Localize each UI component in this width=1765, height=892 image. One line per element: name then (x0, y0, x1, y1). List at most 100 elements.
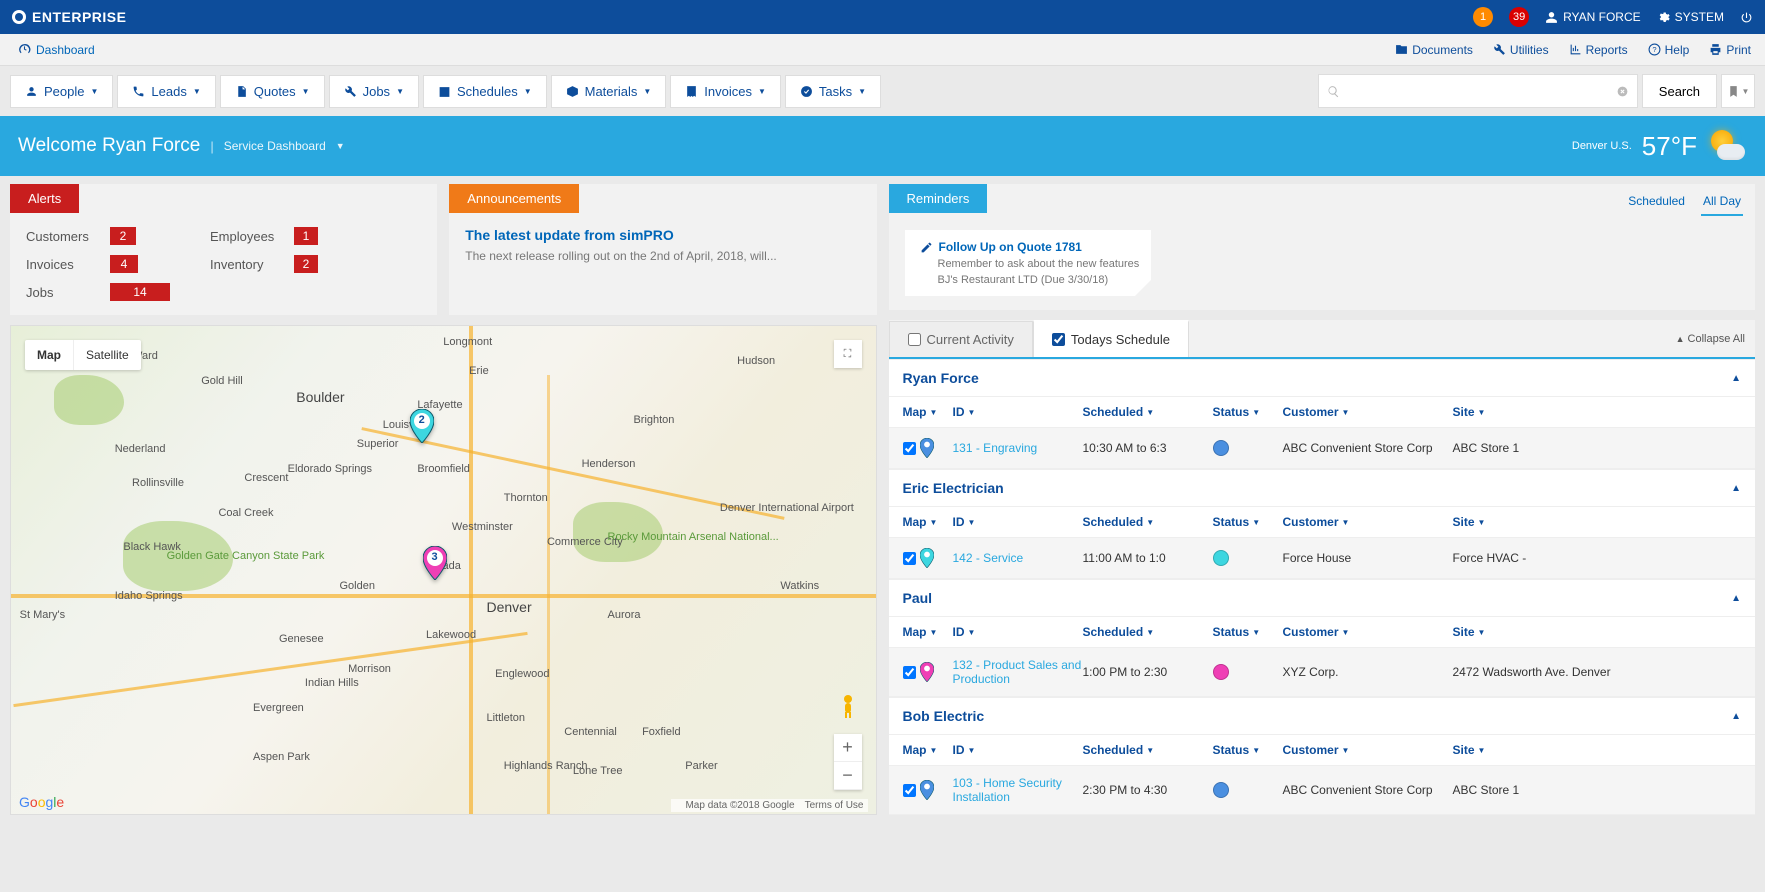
nav-people[interactable]: People▼ (10, 75, 113, 108)
notification-badge-red[interactable]: 39 (1509, 7, 1529, 27)
person-header[interactable]: Ryan Force▲ (889, 359, 1756, 396)
system-menu[interactable]: SYSTEM (1657, 10, 1724, 24)
schedule-row[interactable]: 142 - Service 11:00 AM to 1:0 Force Hous… (889, 538, 1756, 579)
welcome-subtitle[interactable]: Service Dashboard (224, 139, 326, 153)
notification-badge-orange[interactable]: 1 (1473, 7, 1493, 27)
map-pin[interactable]: 3 (423, 546, 447, 580)
reminders-tab-scheduled[interactable]: Scheduled (1626, 190, 1687, 216)
person-header[interactable]: Bob Electric▲ (889, 697, 1756, 734)
nav-quotes[interactable]: Quotes▼ (220, 75, 325, 108)
map-zoom-in[interactable]: + (834, 734, 862, 762)
row-checkbox[interactable] (903, 552, 916, 565)
alert-row[interactable]: Customers2 (26, 227, 170, 245)
schedule-row[interactable]: 131 - Engraving 10:30 AM to 6:3 ABC Conv… (889, 428, 1756, 469)
row-checkbox[interactable] (903, 784, 916, 797)
col-id[interactable]: ID▼ (953, 405, 1083, 419)
announcement-headline[interactable]: The latest update from simPRO (465, 227, 860, 243)
reminders-tab-allday[interactable]: All Day (1701, 190, 1743, 216)
nav-materials[interactable]: Materials▼ (551, 75, 667, 108)
row-checkbox[interactable] (903, 666, 916, 679)
col-status[interactable]: Status▼ (1213, 625, 1283, 639)
search-box[interactable] (1318, 74, 1638, 108)
alert-row[interactable]: Jobs14 (26, 283, 170, 301)
search-input[interactable] (1340, 84, 1616, 99)
col-id[interactable]: ID▼ (953, 625, 1083, 639)
job-link[interactable]: 142 - Service (953, 551, 1024, 565)
search-button[interactable]: Search (1642, 74, 1717, 108)
map-pegman[interactable] (838, 694, 858, 720)
clear-icon[interactable] (1616, 85, 1629, 98)
tab-current-activity[interactable]: Current Activity (889, 321, 1033, 357)
col-status[interactable]: Status▼ (1213, 405, 1283, 419)
col-site[interactable]: Site▼ (1453, 405, 1742, 419)
col-map[interactable]: Map▼ (903, 625, 953, 639)
current-activity-checkbox[interactable] (908, 333, 921, 346)
alert-row[interactable]: Employees1 (210, 227, 318, 245)
nav-schedules[interactable]: Schedules▼ (423, 75, 547, 108)
col-scheduled[interactable]: Scheduled▼ (1083, 625, 1213, 639)
col-customer[interactable]: Customer▼ (1283, 515, 1453, 529)
col-id[interactable]: ID▼ (953, 515, 1083, 529)
bookmark-button[interactable]: ▼ (1721, 74, 1755, 108)
nav-invoices[interactable]: Invoices▼ (670, 75, 781, 108)
scheduled-time: 10:30 AM to 6:3 (1083, 441, 1213, 455)
reports-link[interactable]: Reports (1569, 43, 1628, 57)
chevron-down-icon[interactable]: ▼ (336, 141, 345, 151)
col-scheduled[interactable]: Scheduled▼ (1083, 515, 1213, 529)
person-header[interactable]: Paul▲ (889, 579, 1756, 616)
col-status[interactable]: Status▼ (1213, 743, 1283, 757)
col-site[interactable]: Site▼ (1453, 515, 1742, 529)
col-status[interactable]: Status▼ (1213, 515, 1283, 529)
col-customer[interactable]: Customer▼ (1283, 743, 1453, 757)
map-city-label: Rocky Mountain Arsenal National... (608, 531, 779, 543)
nav-leads[interactable]: Leads▼ (117, 75, 215, 108)
col-map[interactable]: Map▼ (903, 515, 953, 529)
map-widget[interactable]: DenverBoulderArvadaLakewoodAuroraWestmin… (10, 325, 877, 815)
collapse-icon[interactable]: ▲ (1731, 373, 1741, 384)
user-menu[interactable]: RYAN FORCE (1545, 10, 1641, 24)
col-scheduled[interactable]: Scheduled▼ (1083, 405, 1213, 419)
alert-row[interactable]: Invoices4 (26, 255, 170, 273)
col-map[interactable]: Map▼ (903, 405, 953, 419)
collapse-all-button[interactable]: ▲Collapse All (1666, 333, 1755, 345)
map-type-toggle[interactable]: Map Satellite (25, 340, 141, 370)
map-tab-satellite[interactable]: Satellite (74, 340, 141, 370)
col-map[interactable]: Map▼ (903, 743, 953, 757)
brand-logo[interactable]: ENTERPRISE (12, 9, 126, 25)
job-link[interactable]: 103 - Home Security Installation (953, 776, 1083, 804)
col-id[interactable]: ID▼ (953, 743, 1083, 757)
reminder-note[interactable]: Follow Up on Quote 1781 Remember to ask … (905, 230, 1152, 296)
documents-link[interactable]: Documents (1395, 43, 1473, 57)
dashboard-link[interactable]: Dashboard (18, 43, 95, 57)
schedule-row[interactable]: 132 - Product Sales and Production 1:00 … (889, 648, 1756, 697)
alert-row[interactable]: Inventory2 (210, 255, 318, 273)
map-terms-link[interactable]: Terms of Use (805, 800, 864, 811)
announcements-title: Announcements (449, 184, 579, 213)
col-site[interactable]: Site▼ (1453, 743, 1742, 757)
utilities-link[interactable]: Utilities (1493, 43, 1549, 57)
print-link[interactable]: Print (1709, 43, 1751, 57)
nav-jobs[interactable]: Jobs▼ (329, 75, 419, 108)
map-pin[interactable]: 2 (410, 409, 434, 443)
map-fullscreen-button[interactable]: ⛶ (834, 340, 862, 368)
help-link[interactable]: ?Help (1648, 43, 1690, 57)
collapse-icon[interactable]: ▲ (1731, 711, 1741, 722)
person-header[interactable]: Eric Electrician▲ (889, 469, 1756, 506)
row-checkbox[interactable] (903, 442, 916, 455)
schedule-row[interactable]: 103 - Home Security Installation 2:30 PM… (889, 766, 1756, 815)
nav-tasks[interactable]: Tasks▼ (785, 75, 881, 108)
job-link[interactable]: 132 - Product Sales and Production (953, 658, 1083, 686)
col-customer[interactable]: Customer▼ (1283, 405, 1453, 419)
col-scheduled[interactable]: Scheduled▼ (1083, 743, 1213, 757)
todays-schedule-checkbox[interactable] (1052, 333, 1065, 346)
power-button[interactable] (1740, 11, 1753, 24)
map-tab-map[interactable]: Map (25, 340, 74, 370)
col-site[interactable]: Site▼ (1453, 625, 1742, 639)
job-link[interactable]: 131 - Engraving (953, 441, 1038, 455)
col-customer[interactable]: Customer▼ (1283, 625, 1453, 639)
tab-todays-schedule[interactable]: Todays Schedule (1033, 320, 1189, 357)
collapse-icon[interactable]: ▲ (1731, 593, 1741, 604)
topbar: ENTERPRISE 1 39 RYAN FORCE SYSTEM (0, 0, 1765, 34)
collapse-icon[interactable]: ▲ (1731, 483, 1741, 494)
map-zoom-out[interactable]: − (834, 762, 862, 790)
